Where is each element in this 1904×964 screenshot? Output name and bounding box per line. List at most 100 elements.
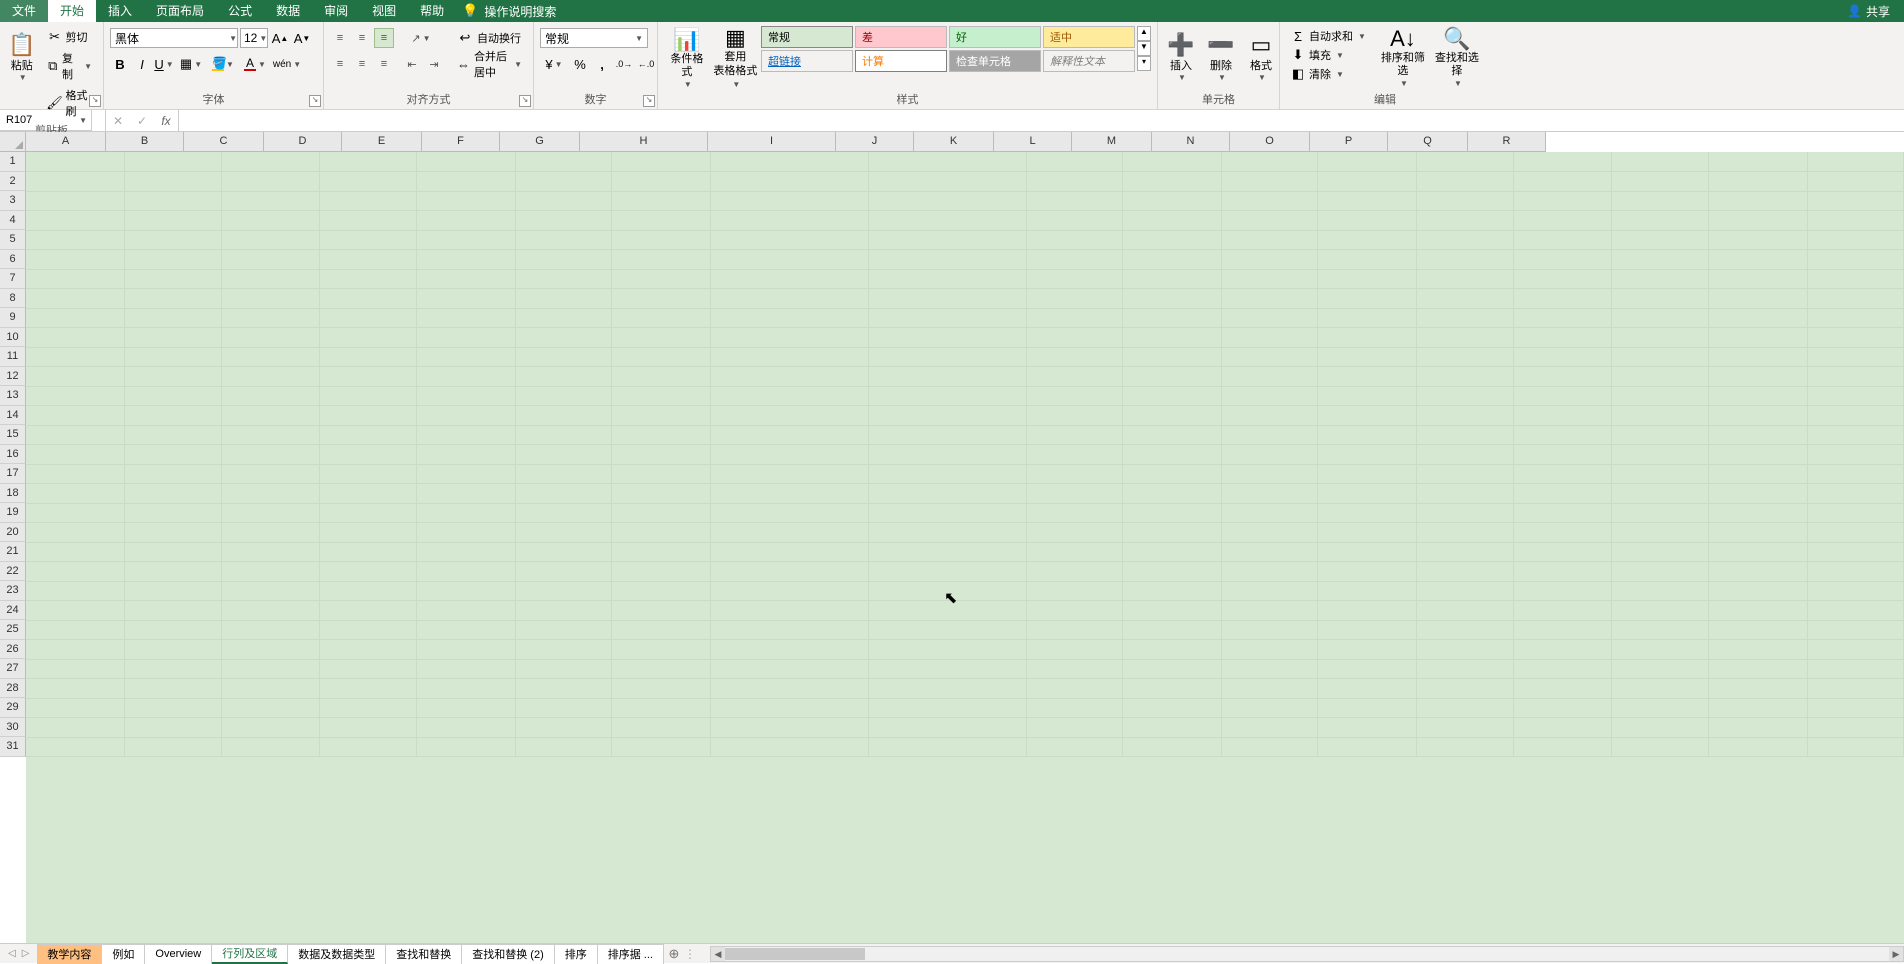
cell[interactable] [125, 386, 221, 406]
cell[interactable] [710, 659, 868, 679]
cell[interactable] [320, 347, 416, 367]
cell[interactable] [1807, 328, 1903, 348]
cell[interactable] [611, 328, 710, 348]
sheet-tab[interactable]: 查找和替换 (2) [462, 944, 555, 964]
cell[interactable] [611, 191, 710, 211]
cell[interactable] [515, 386, 611, 406]
column-header[interactable]: K [914, 132, 994, 152]
cell[interactable] [868, 406, 1026, 426]
cell[interactable] [710, 152, 868, 172]
cell[interactable] [1123, 347, 1222, 367]
cell[interactable] [1708, 250, 1807, 270]
sheet-nav-next[interactable]: ▷ [22, 948, 30, 959]
cell[interactable] [416, 211, 515, 231]
cell[interactable] [416, 289, 515, 309]
cell[interactable] [125, 581, 221, 601]
cell[interactable] [26, 679, 125, 699]
cell[interactable] [26, 542, 125, 562]
phonetic-button[interactable]: wén▼ [272, 54, 302, 74]
percent-button[interactable]: % [570, 54, 590, 74]
cell[interactable] [1222, 269, 1318, 289]
cell[interactable] [1807, 679, 1903, 699]
paste-button[interactable]: 📋 粘贴 ▼ [6, 25, 38, 89]
cell[interactable] [1612, 562, 1708, 582]
cell[interactable] [1026, 191, 1122, 211]
style-scroll-up[interactable]: ▲ [1137, 26, 1151, 41]
cell[interactable] [1807, 425, 1903, 445]
cell[interactable] [416, 230, 515, 250]
cell[interactable] [1026, 523, 1122, 543]
cell[interactable] [125, 640, 221, 660]
cell[interactable] [1807, 152, 1903, 172]
alignment-launcher[interactable]: ↘ [519, 95, 531, 107]
cell[interactable] [1318, 601, 1417, 621]
font-launcher[interactable]: ↘ [309, 95, 321, 107]
orientation-button[interactable]: ↗▼ [406, 28, 436, 48]
cell[interactable] [416, 523, 515, 543]
cell[interactable] [710, 386, 868, 406]
column-header[interactable]: I [708, 132, 836, 152]
cell[interactable] [1612, 328, 1708, 348]
cell[interactable] [611, 269, 710, 289]
cell[interactable] [1318, 503, 1417, 523]
cell[interactable] [416, 367, 515, 387]
cell[interactable] [1417, 620, 1513, 640]
row-header[interactable]: 23 [0, 581, 26, 601]
cell[interactable] [611, 308, 710, 328]
cell[interactable] [416, 445, 515, 465]
cell[interactable] [1123, 386, 1222, 406]
cell[interactable] [320, 659, 416, 679]
cell[interactable] [611, 562, 710, 582]
tab-file[interactable]: 文件 [0, 0, 48, 22]
row-header[interactable]: 16 [0, 445, 26, 465]
cell[interactable] [1026, 347, 1122, 367]
cell[interactable] [1123, 640, 1222, 660]
cell[interactable] [221, 230, 320, 250]
cell[interactable] [26, 523, 125, 543]
increase-indent-button[interactable]: ⇥ [424, 54, 444, 74]
cell[interactable] [1417, 367, 1513, 387]
scroll-right-button[interactable]: ▶ [1889, 947, 1903, 961]
cell[interactable] [1417, 172, 1513, 192]
cell[interactable] [1026, 581, 1122, 601]
row-header[interactable]: 5 [0, 230, 26, 250]
tab-help[interactable]: 帮助 [408, 0, 456, 22]
cell[interactable] [515, 172, 611, 192]
cell[interactable] [1612, 601, 1708, 621]
cell[interactable] [515, 737, 611, 757]
cell[interactable] [611, 406, 710, 426]
cell[interactable] [221, 425, 320, 445]
cell[interactable] [611, 230, 710, 250]
delete-cells-button[interactable]: ➖删除▼ [1204, 25, 1238, 89]
cell[interactable] [125, 718, 221, 738]
cell[interactable] [611, 445, 710, 465]
cell[interactable] [1222, 542, 1318, 562]
cell[interactable] [1222, 718, 1318, 738]
cell[interactable] [1318, 679, 1417, 699]
cell[interactable] [1612, 679, 1708, 699]
cell[interactable] [416, 581, 515, 601]
cell[interactable] [221, 367, 320, 387]
cell[interactable] [1318, 640, 1417, 660]
cell[interactable] [320, 308, 416, 328]
accounting-format-button[interactable]: ¥▼ [540, 54, 568, 74]
cell[interactable] [868, 737, 1026, 757]
cell[interactable] [1222, 289, 1318, 309]
formula-input[interactable] [179, 110, 1904, 131]
fill-button[interactable]: ⬇填充▼ [1286, 46, 1370, 64]
cell[interactable] [320, 620, 416, 640]
cell[interactable] [320, 406, 416, 426]
cell[interactable] [1612, 542, 1708, 562]
cell[interactable] [1318, 367, 1417, 387]
horizontal-scrollbar[interactable]: ◀ ▶ [710, 946, 1904, 962]
cell[interactable] [1513, 503, 1612, 523]
cell[interactable] [868, 659, 1026, 679]
cell[interactable] [1513, 718, 1612, 738]
cell[interactable] [868, 328, 1026, 348]
cell[interactable] [1513, 640, 1612, 660]
cell[interactable] [611, 601, 710, 621]
cell[interactable] [1123, 503, 1222, 523]
cell[interactable] [1513, 445, 1612, 465]
cell[interactable] [26, 308, 125, 328]
cell[interactable] [1123, 152, 1222, 172]
